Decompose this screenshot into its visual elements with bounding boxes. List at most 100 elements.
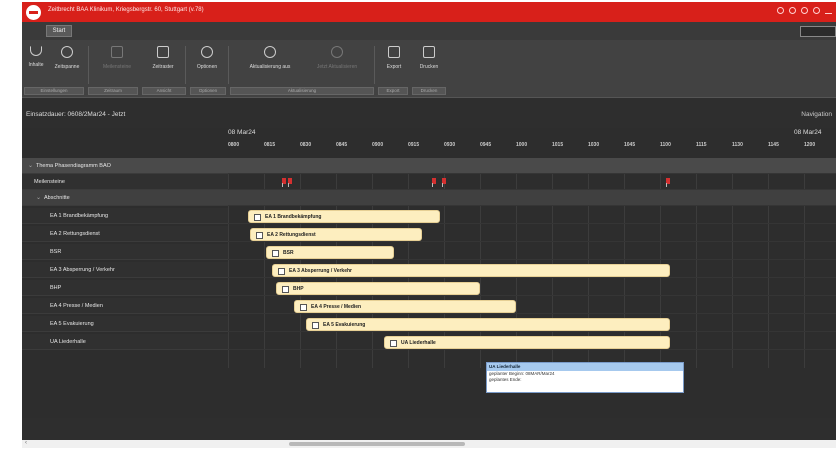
bar-checkbox[interactable]	[390, 340, 397, 347]
milestone-flag-icon[interactable]	[288, 178, 292, 187]
time-tick: 0845	[336, 142, 348, 148]
row-ea5-cell: EA 5 Evakuierung	[22, 316, 228, 332]
inhalte-label: Inhalte	[28, 62, 44, 68]
group-ansicht: Ansicht	[142, 87, 186, 95]
time-tick: 1030	[588, 142, 600, 148]
scroll-left-icon[interactable]: ‹	[25, 440, 27, 446]
drucken-button[interactable]: Drucken	[414, 44, 444, 84]
minimize-icon[interactable]	[825, 7, 832, 14]
app-window: Zeitbrecht BAA Klinikum, Kriegsbergstr. …	[22, 2, 836, 448]
search-input[interactable]	[800, 26, 836, 37]
date-end: 08 Mar24	[794, 129, 822, 136]
gantt-bar[interactable]: EA 5 Evakuierung	[306, 318, 670, 331]
time-tick: 1115	[696, 142, 707, 148]
optionen-button[interactable]: Optionen	[192, 44, 222, 84]
funnel-icon	[30, 46, 42, 56]
row-label: Abschnitte	[44, 195, 70, 201]
tab-start[interactable]: Start	[46, 25, 72, 37]
restore-icon[interactable]	[801, 7, 808, 14]
calendar-icon	[157, 46, 169, 58]
bar-label: BSR	[283, 250, 294, 256]
row-ea4-cell: EA 4 Presse / Medien	[22, 298, 228, 314]
row-bhp: BHP BHP	[22, 280, 836, 296]
row-label: Meilensteine	[34, 179, 65, 185]
export-button[interactable]: Export	[382, 44, 406, 84]
meilensteine-label: Meilensteine	[102, 64, 132, 70]
bar-checkbox[interactable]	[312, 322, 319, 329]
inhalte-button[interactable]: Inhalte	[26, 44, 46, 84]
time-tick: 0900	[372, 142, 384, 148]
gantt-bar[interactable]: BHP	[276, 282, 480, 295]
row-thema-cell: ⌄ Thema Phasendiagramm BAO	[22, 158, 228, 174]
aktualisierung-aus-button[interactable]: Aktualisierung aus	[240, 44, 300, 84]
clock-icon	[61, 46, 73, 58]
chevron-down-icon[interactable]: ⌄	[28, 162, 33, 169]
print-icon	[423, 46, 435, 58]
row-label: EA 2 Rettungsdienst	[50, 231, 100, 237]
row-meilensteine-cell: Meilensteine	[22, 174, 228, 190]
bar-checkbox[interactable]	[254, 214, 261, 221]
gantt-bar[interactable]: BSR	[266, 246, 394, 259]
time-tick: 1000	[516, 142, 528, 148]
row-ea3-cell: EA 3 Absperrung / Verkehr	[22, 262, 228, 278]
jetzt-aktualisieren-label: Jetzt Aktualisieren	[316, 64, 358, 70]
time-tick: 1145	[768, 142, 779, 148]
window-controls	[777, 7, 832, 14]
navigation-button[interactable]: Navigation	[801, 111, 832, 118]
milestone-flag-icon[interactable]	[432, 178, 436, 187]
milestone-flag-icon[interactable]	[442, 178, 446, 187]
gantt-bar[interactable]: EA 1 Brandbekämpfung	[248, 210, 440, 223]
tooltip-end: geplantes Ende:	[489, 377, 522, 382]
bar-label: EA 3 Absperrung / Verkehr	[289, 268, 352, 274]
date-start: 08 Mar24	[228, 129, 256, 136]
row-bhp-cell: BHP	[22, 280, 228, 296]
chevron-down-icon[interactable]: ⌄	[36, 194, 41, 201]
refresh-now-icon	[331, 46, 343, 58]
gantt-bar[interactable]: EA 3 Absperrung / Verkehr	[272, 264, 670, 277]
export-label: Export	[386, 64, 402, 70]
row-label: EA 1 Brandbekämpfung	[50, 213, 109, 219]
row-abschnitte[interactable]: ⌄ Abschnitte	[22, 190, 836, 206]
row-ea3: EA 3 Absperrung / Verkehr EA 3 Absperrun…	[22, 262, 836, 278]
tab-row: Start	[22, 22, 836, 40]
horizontal-scrollbar[interactable]: ‹	[22, 440, 836, 448]
bar-checkbox[interactable]	[278, 268, 285, 275]
gantt-bar[interactable]: EA 2 Rettungsdienst	[250, 228, 422, 241]
jetzt-aktualisieren-button[interactable]: Jetzt Aktualisieren	[307, 44, 367, 84]
time-tick: 1100	[660, 142, 671, 148]
time-tick: 0830	[300, 142, 312, 148]
scrollbar-thumb[interactable]	[289, 442, 465, 446]
bar-checkbox[interactable]	[272, 250, 279, 257]
gantt-chart: 08 Mar24 08 Mar24 0800 0815 0830 0845 09…	[22, 128, 836, 418]
close-icon[interactable]	[813, 7, 820, 14]
optionen-label: Optionen	[196, 64, 218, 70]
help-icon[interactable]	[777, 7, 784, 14]
gantt-bar[interactable]: EA 4 Presse / Medien	[294, 300, 516, 313]
gantt-bar[interactable]: UA Liederhalle	[384, 336, 670, 349]
settings-icon[interactable]	[789, 7, 796, 14]
row-label: UA Liederhalle	[50, 339, 86, 345]
options-icon	[201, 46, 213, 58]
zeitspanne-button[interactable]: Zeitspanne	[52, 44, 82, 84]
bar-checkbox[interactable]	[282, 286, 289, 293]
row-label: EA 3 Absperrung / Verkehr	[50, 267, 115, 273]
bar-checkbox[interactable]	[300, 304, 307, 311]
milestone-flag-icon[interactable]	[282, 178, 286, 187]
row-label: BSR	[50, 249, 62, 255]
row-label: Thema Phasendiagramm BAO	[36, 163, 111, 169]
time-tick: 0800	[228, 142, 240, 148]
row-ea2: EA 2 Rettungsdienst EA 2 Rettungsdienst	[22, 226, 836, 242]
bar-label: EA 2 Rettungsdienst	[267, 232, 316, 238]
milestone-flag-icon[interactable]	[666, 178, 670, 187]
aktualisierung-aus-label: Aktualisierung aus	[249, 64, 291, 70]
bar-checkbox[interactable]	[256, 232, 263, 239]
time-tick: 0915	[408, 142, 420, 148]
zeitraster-button[interactable]: Zeitraster	[146, 44, 180, 84]
ribbon-groups: Einstellungen Zeitraum Ansicht Optionen …	[22, 87, 836, 96]
row-ea2-track: EA 2 Rettungsdienst	[228, 226, 836, 242]
row-ea5: EA 5 Evakuierung EA 5 Evakuierung	[22, 316, 836, 332]
row-thema[interactable]: ⌄ Thema Phasendiagramm BAO	[22, 158, 836, 174]
meilensteine-button[interactable]: Meilensteine	[98, 44, 136, 84]
row-bhp-track: BHP	[228, 280, 836, 296]
row-abschnitte-cell: ⌄ Abschnitte	[22, 190, 228, 206]
